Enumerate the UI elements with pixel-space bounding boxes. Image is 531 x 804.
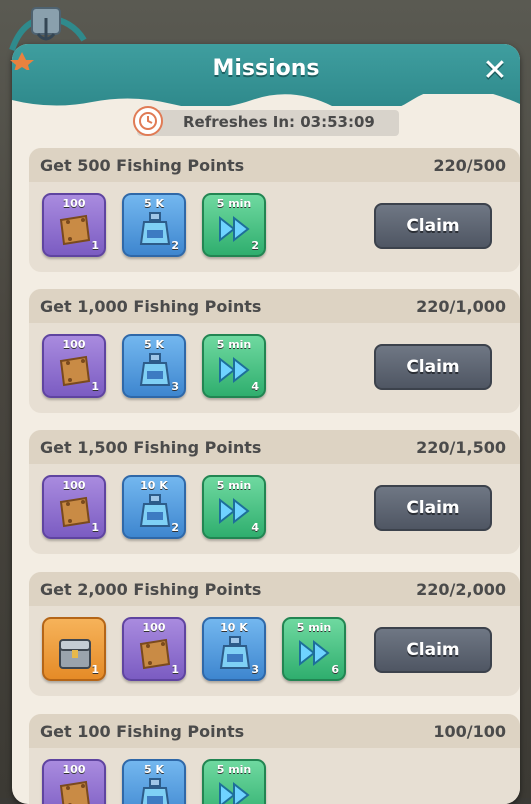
mission-card: Get 1,500 Fishing Points 220/1,500 100 1 10 … xyxy=(29,430,520,554)
reward-speedup-icon[interactable]: 5 min 2 xyxy=(202,193,266,257)
claim-button[interactable]: Claim xyxy=(374,485,492,531)
reward-exp-potion-icon[interactable]: 5 K 2 xyxy=(122,193,186,257)
reward-exp-potion-icon[interactable]: 5 K xyxy=(122,759,186,804)
reward-speedup-icon[interactable]: 5 min 6 xyxy=(282,617,346,681)
reward-label: 100 xyxy=(62,338,86,351)
mission-progress: 100/100 xyxy=(433,722,506,741)
refresh-timer: Refreshes In: 03:53:09 xyxy=(133,106,399,136)
reward-label: 100 xyxy=(62,479,86,492)
reward-speedup-icon[interactable]: 5 min xyxy=(202,759,266,804)
reward-count: 3 xyxy=(171,380,179,393)
mission-card: Get 1,000 Fishing Points 220/1,000 100 1 5 K… xyxy=(29,289,520,413)
reward-exp-potion-icon[interactable]: 5 K 3 xyxy=(122,334,186,398)
reward-speedup-icon[interactable]: 5 min 4 xyxy=(202,475,266,539)
reward-count: 1 xyxy=(91,380,99,393)
anchor-emblem-icon xyxy=(9,7,87,70)
mission-progress: 220/2,000 xyxy=(416,580,506,599)
clock-icon xyxy=(133,106,163,136)
reward-count: 2 xyxy=(251,239,259,252)
reward-label: 5 min xyxy=(216,763,252,776)
reward-label: 10 K xyxy=(220,621,248,634)
reward-label: 5 min xyxy=(216,479,252,492)
reward-exp-potion-icon[interactable]: 10 K 2 xyxy=(122,475,186,539)
reward-count: 6 xyxy=(331,663,339,676)
reward-label: 10 K xyxy=(140,479,168,492)
reward-count: 1 xyxy=(171,663,179,676)
reward-label: 5 K xyxy=(143,197,164,210)
missions-panel: Missions ✕ Refreshes In: 03:53:09 Get 50… xyxy=(12,44,520,804)
reward-count: 2 xyxy=(171,521,179,534)
mission-title: Get 100 Fishing Points xyxy=(40,722,245,741)
reward-count: 4 xyxy=(251,521,259,534)
reward-label: 100 xyxy=(62,197,86,210)
mission-progress: 220/500 xyxy=(433,156,506,175)
reward-count: 1 xyxy=(91,521,99,534)
reward-scroll-icon[interactable]: 100 1 xyxy=(42,193,106,257)
reward-scroll-icon[interactable]: 100 1 xyxy=(122,617,186,681)
mission-card: Get 500 Fishing Points 220/500 100 1 5 K25 m… xyxy=(29,148,520,272)
mission-header: Get 1,000 Fishing Points 220/1,000 xyxy=(29,289,520,323)
mission-card: Get 2,000 Fishing Points 220/2,000 1 100 1 10… xyxy=(29,572,520,696)
mission-progress: 220/1,000 xyxy=(416,297,506,316)
close-icon[interactable]: ✕ xyxy=(480,56,510,86)
reward-scroll-icon[interactable]: 100 1 xyxy=(42,334,106,398)
reward-chest-icon[interactable]: 1 xyxy=(42,617,106,681)
mission-header: Get 1,500 Fishing Points 220/1,500 xyxy=(29,430,520,464)
reward-speedup-icon[interactable]: 5 min 4 xyxy=(202,334,266,398)
reward-label: 5 min xyxy=(216,197,252,210)
mission-title: Get 1,000 Fishing Points xyxy=(40,297,262,316)
reward-scroll-icon[interactable]: 100 1 xyxy=(42,475,106,539)
mission-card: Get 100 Fishing Points 100/100 100 5 K 5 min xyxy=(29,714,520,804)
mission-header: Get 100 Fishing Points 100/100 xyxy=(29,714,520,748)
reward-count: 3 xyxy=(251,663,259,676)
mission-title: Get 2,000 Fishing Points xyxy=(40,580,262,599)
reward-count: 2 xyxy=(171,239,179,252)
refresh-text: Refreshes In: 03:53:09 xyxy=(183,113,375,131)
mission-title: Get 1,500 Fishing Points xyxy=(40,438,262,457)
claim-button[interactable]: Claim xyxy=(374,344,492,390)
reward-label: 100 xyxy=(142,621,166,634)
reward-label: 5 K xyxy=(143,763,164,776)
reward-count: 1 xyxy=(91,239,99,252)
mission-title: Get 500 Fishing Points xyxy=(40,156,245,175)
mission-progress: 220/1,500 xyxy=(416,438,506,457)
reward-count: 1 xyxy=(91,663,99,676)
reward-label: 100 xyxy=(62,763,86,776)
reward-scroll-icon[interactable]: 100 xyxy=(42,759,106,804)
claim-button[interactable]: Claim xyxy=(374,627,492,673)
reward-label: 5 K xyxy=(143,338,164,351)
reward-label: 5 min xyxy=(216,338,252,351)
mission-header: Get 500 Fishing Points 220/500 xyxy=(29,148,520,182)
reward-count: 4 xyxy=(251,380,259,393)
reward-label: 5 min xyxy=(296,621,332,634)
claim-button[interactable]: Claim xyxy=(374,203,492,249)
mission-header: Get 2,000 Fishing Points 220/2,000 xyxy=(29,572,520,606)
reward-exp-potion-icon[interactable]: 10 K 3 xyxy=(202,617,266,681)
